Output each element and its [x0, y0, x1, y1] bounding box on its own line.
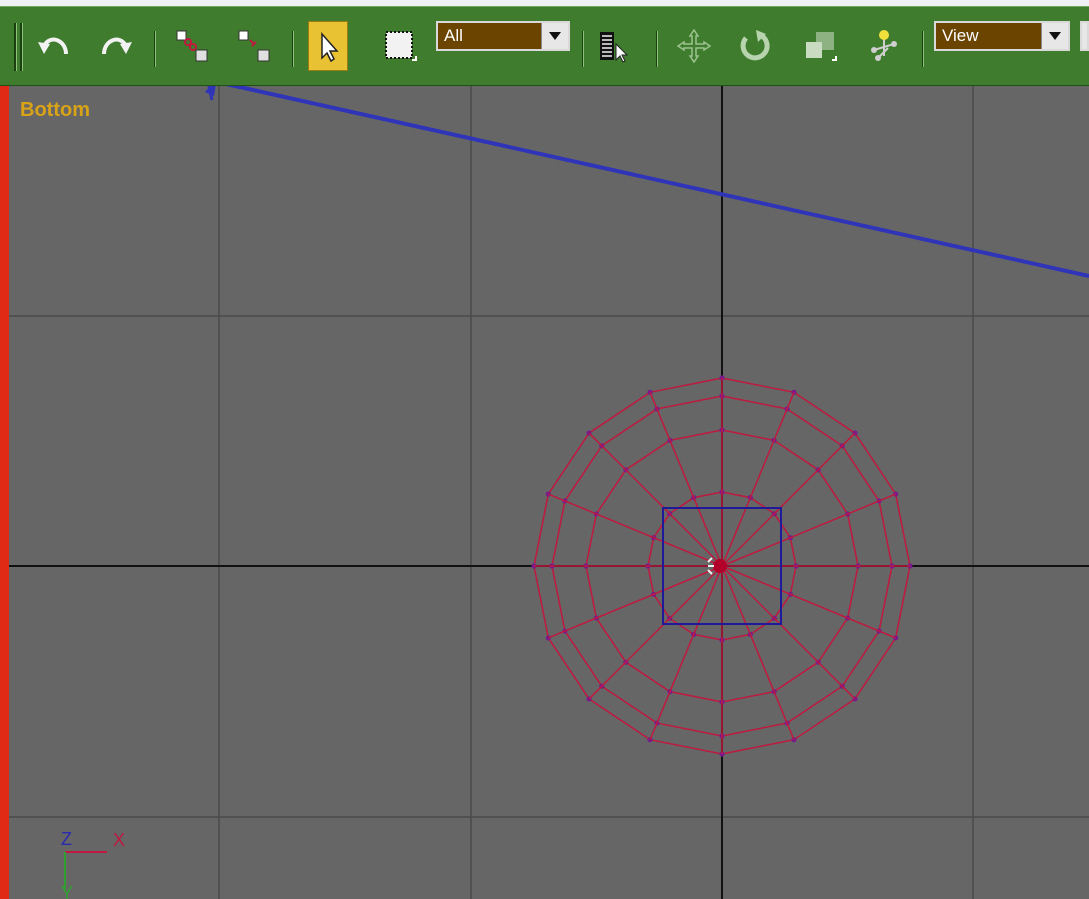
reference-coordinate-value: View [942, 26, 979, 45]
select-and-link-button[interactable] [172, 21, 212, 71]
select-and-link-icon [176, 30, 208, 62]
toolbar-grip[interactable] [20, 23, 23, 71]
toolbar-separator [656, 31, 658, 67]
toolbar-separator [292, 31, 294, 67]
main-toolbar: All View [0, 6, 1089, 86]
redo-icon [102, 37, 132, 55]
undo-icon [38, 37, 68, 55]
select-object-button[interactable] [308, 21, 348, 71]
reference-coordinate-dropdown[interactable]: View [934, 21, 1070, 51]
viewport-label[interactable]: Bottom [20, 99, 90, 122]
selection-filter-value: All [444, 26, 463, 45]
use-pivot-center-button[interactable] [864, 21, 904, 71]
chevron-down-icon [541, 23, 568, 49]
toolbar-separator [582, 31, 584, 67]
select-and-rotate-icon [740, 30, 770, 61]
unlink-selection-button[interactable] [234, 21, 274, 71]
chevron-down-icon [1041, 23, 1068, 49]
link-arrow [205, 86, 1089, 278]
mesh-spoke [588, 432, 723, 567]
unlink-selection-icon [238, 30, 270, 62]
select-and-rotate-button[interactable] [734, 21, 774, 71]
undo-button[interactable] [34, 21, 74, 71]
mesh-spoke [721, 432, 856, 567]
bottom-viewport[interactable]: Z X Y [0, 86, 1089, 899]
select-by-name-icon [600, 32, 629, 63]
toolbar-separator [154, 31, 156, 67]
rectangular-selection-region-icon [385, 31, 417, 61]
rectangular-selection-region-button[interactable] [380, 21, 420, 71]
toolbar-overflow[interactable] [1080, 21, 1089, 51]
toolbar-separator [922, 31, 924, 67]
redo-button[interactable] [96, 21, 136, 71]
axis-y-label: Y [61, 883, 73, 899]
mesh-spoke [588, 565, 723, 700]
toolbar-grip[interactable] [14, 23, 17, 71]
select-and-scale-icon [806, 32, 837, 61]
select-and-scale-button[interactable] [800, 21, 840, 71]
axis-x-label: X [113, 830, 125, 850]
select-and-move-button[interactable] [674, 21, 714, 71]
use-pivot-center-icon [871, 30, 897, 61]
viewport-scene[interactable]: Z X Y [9, 86, 1089, 899]
selection-filter-dropdown[interactable]: All [436, 21, 570, 51]
mesh-spoke [721, 565, 856, 700]
select-object-icon [321, 32, 339, 63]
axis-tripod: Z X Y [61, 829, 125, 899]
axis-z-label: Z [61, 829, 72, 849]
select-by-name-button[interactable] [594, 21, 634, 71]
select-and-move-icon [676, 28, 712, 64]
